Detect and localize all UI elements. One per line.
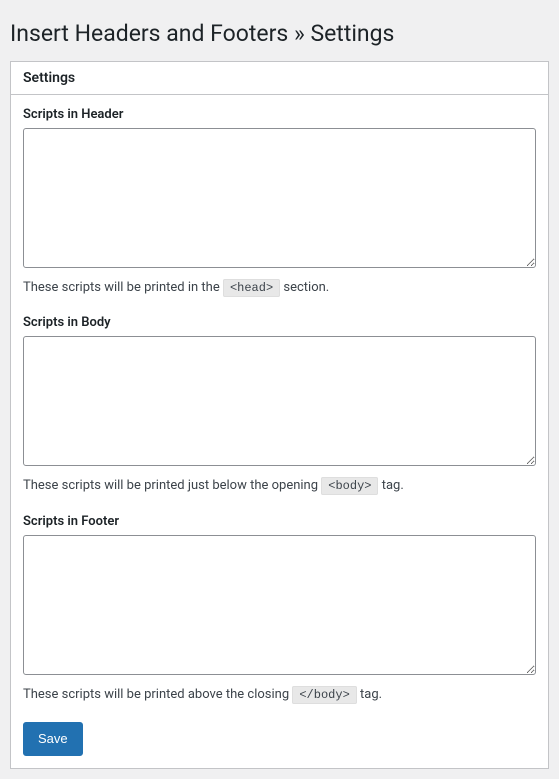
- desc-text: These scripts will be printed above the …: [23, 687, 292, 702]
- save-button[interactable]: Save: [23, 722, 83, 756]
- body-close-tag-code: </body>: [292, 686, 356, 704]
- scripts-footer-textarea[interactable]: [23, 535, 536, 675]
- settings-panel: Settings Scripts in Header These scripts…: [10, 61, 549, 769]
- scripts-body-description: These scripts will be printed just below…: [23, 476, 536, 496]
- settings-panel-body: Scripts in Header These scripts will be …: [11, 95, 548, 768]
- desc-text: section.: [280, 280, 329, 295]
- settings-heading: Settings: [23, 70, 536, 86]
- scripts-footer-description: These scripts will be printed above the …: [23, 685, 536, 705]
- desc-text: These scripts will be printed in the: [23, 280, 223, 295]
- submit-row: Save: [23, 722, 536, 756]
- body-tag-code: <body>: [321, 477, 378, 495]
- scripts-footer-label: Scripts in Footer: [23, 514, 536, 529]
- field-footer-group: Scripts in Footer These scripts will be …: [23, 514, 536, 705]
- desc-text: These scripts will be printed just below…: [23, 478, 321, 493]
- scripts-body-label: Scripts in Body: [23, 315, 536, 330]
- scripts-header-label: Scripts in Header: [23, 107, 536, 122]
- head-tag-code: <head>: [223, 279, 280, 297]
- desc-text: tag.: [378, 478, 403, 493]
- field-header-group: Scripts in Header These scripts will be …: [23, 107, 536, 298]
- desc-text: tag.: [357, 687, 382, 702]
- field-body-group: Scripts in Body These scripts will be pr…: [23, 315, 536, 496]
- scripts-header-textarea[interactable]: [23, 128, 536, 268]
- page-title: Insert Headers and Footers » Settings: [10, 10, 549, 61]
- settings-panel-header: Settings: [11, 62, 548, 95]
- scripts-header-description: These scripts will be printed in the <he…: [23, 278, 536, 298]
- scripts-body-textarea[interactable]: [23, 336, 536, 466]
